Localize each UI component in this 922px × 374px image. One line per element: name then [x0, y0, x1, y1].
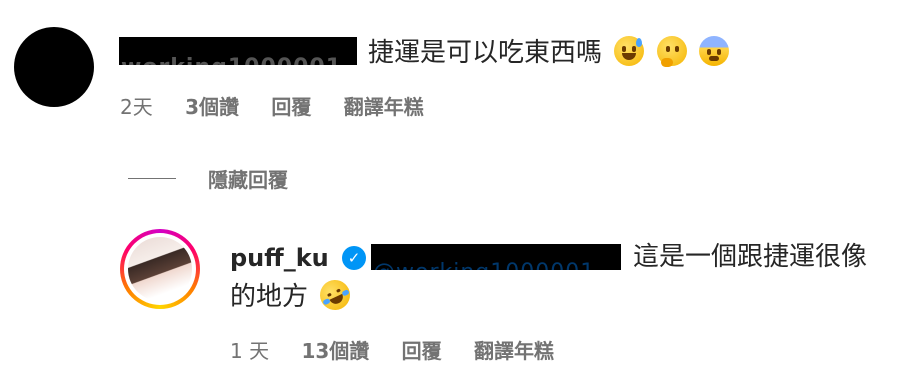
commenter-avatar[interactable] — [14, 27, 94, 107]
comment-like-count[interactable]: 3個讚 — [185, 95, 239, 119]
avatar-border — [124, 233, 196, 305]
reply-meta: 1 天 13個讚 回覆 翻譯年糕 — [230, 335, 580, 364]
reply-avatar[interactable] — [120, 229, 200, 309]
comment-text: 捷運是可以吃東西嗎 — [368, 36, 729, 70]
fearful-face-emoji — [698, 36, 729, 66]
reply-text-line-1: 這是一個跟捷運很像 — [633, 242, 868, 272]
hide-replies-button[interactable]: 隱藏回覆 — [128, 164, 288, 193]
sweat-smile-emoji — [614, 36, 645, 66]
thinking-face-emoji — [656, 36, 687, 67]
comment-timestamp[interactable]: 2天 — [120, 95, 153, 119]
comment-reply-button[interactable]: 回覆 — [271, 95, 311, 119]
reply-username-link[interactable]: puff_ku — [230, 244, 329, 272]
verified-badge-icon: ✓ — [342, 246, 366, 270]
reply-text-line-2: 的地方 — [230, 275, 356, 315]
reply-timestamp[interactable]: 1 天 — [230, 339, 269, 363]
reply-like-count[interactable]: 13個讚 — [301, 339, 369, 363]
reply-text-line-2-body: 的地方 — [230, 282, 309, 312]
redacted-username-remnant: working1000001 — [121, 55, 342, 65]
comment-translate-button[interactable]: 翻譯年糕 — [344, 95, 424, 119]
redacted-mention: @working1000001 — [371, 244, 621, 270]
hide-replies-label: 隱藏回覆 — [208, 168, 288, 192]
divider-line — [128, 178, 176, 179]
comment-meta: 2天 3個讚 回覆 翻譯年糕 — [120, 91, 450, 120]
redacted-mention-remnant: @working1000001 — [373, 260, 595, 270]
redacted-username: working1000001 — [119, 37, 357, 65]
rolling-on-floor-laughing-emoji — [315, 275, 356, 315]
comment-body: 捷運是可以吃東西嗎 — [368, 38, 603, 68]
reply-reply-button[interactable]: 回覆 — [402, 339, 442, 363]
reply-translate-button[interactable]: 翻譯年糕 — [474, 339, 554, 363]
avatar-photo — [128, 237, 192, 301]
